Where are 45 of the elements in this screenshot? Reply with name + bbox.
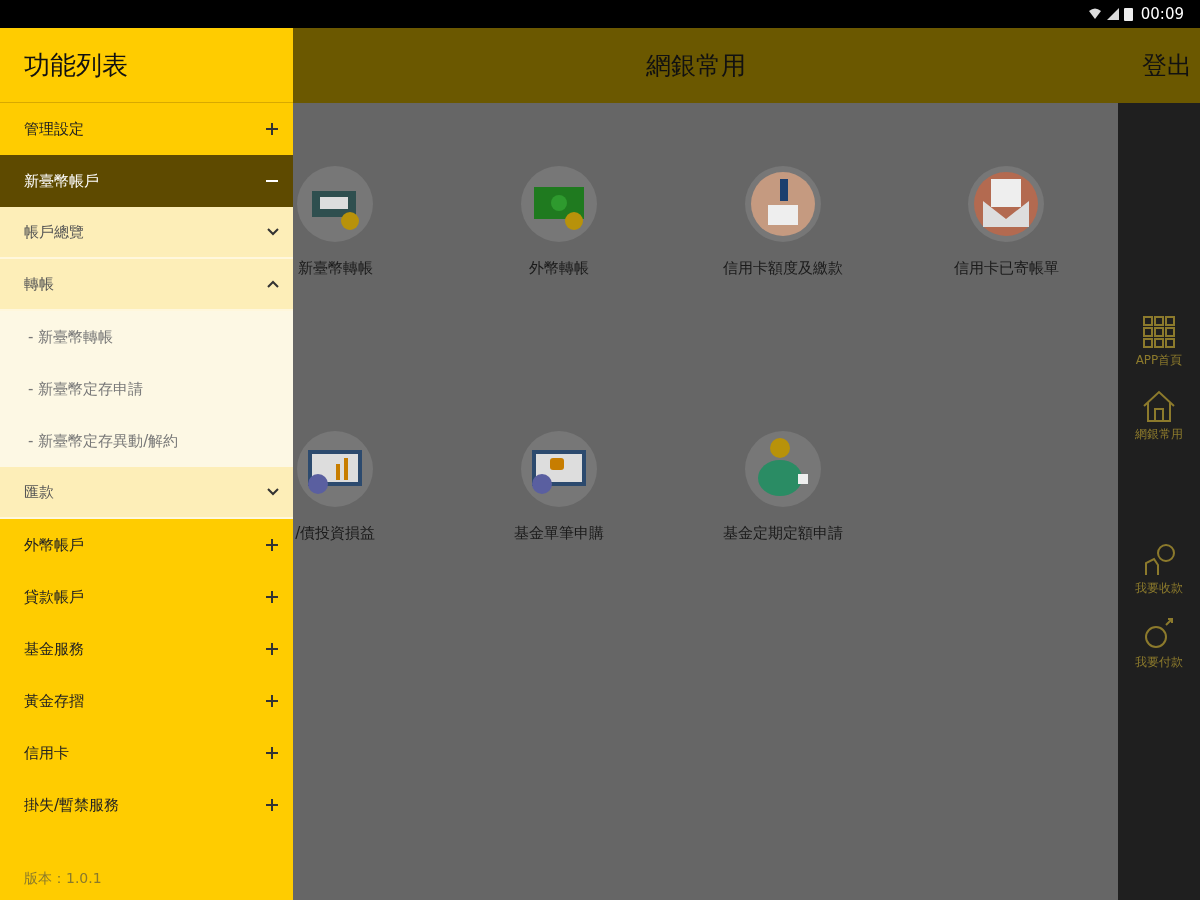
logout-button[interactable]: 登出 <box>1142 46 1192 85</box>
grid-icon <box>1142 315 1176 349</box>
card-payment-icon <box>743 165 822 243</box>
chevron-down-icon <box>267 228 279 236</box>
cash-icon <box>520 165 598 243</box>
tile-label[interactable]: 信用卡額度及繳款 <box>722 257 843 280</box>
version-text: 版本：1.0.1 <box>24 870 102 886</box>
wifi-icon <box>1087 7 1102 21</box>
plus-icon <box>265 642 279 656</box>
menu-item[interactable]: 匯款 <box>0 467 293 519</box>
chevron-up-icon <box>267 280 279 288</box>
chevron-down-icon <box>267 488 279 496</box>
plus-icon <box>265 122 279 136</box>
monitor-icon <box>520 430 598 508</box>
drawer-title: 功能列表 <box>24 48 128 82</box>
tile-label[interactable]: 基金單筆申購 <box>514 522 604 545</box>
page-title: 網銀常用 <box>646 49 746 82</box>
tile-label[interactable]: 新臺幣轉帳 <box>297 257 373 280</box>
plus-icon <box>265 590 279 604</box>
tile-label[interactable]: /債投資損益 <box>295 522 376 545</box>
tile-label[interactable]: 信用卡已寄帳單 <box>953 257 1059 280</box>
menu-item[interactable]: - 新臺幣轉帳 <box>0 311 293 363</box>
menu-item[interactable]: - 新臺幣定存申請 <box>0 363 293 415</box>
piggy-bank-icon <box>743 430 822 508</box>
menu-item[interactable]: - 新臺幣定存異動/解約 <box>0 415 293 467</box>
tile-label[interactable]: 基金定期定額申請 <box>722 522 843 545</box>
home-icon <box>1142 389 1176 423</box>
rail-label[interactable]: APP首頁 <box>1135 351 1183 369</box>
menu-item[interactable]: 帳戶總覽 <box>0 207 293 259</box>
rail-label[interactable]: 我要付款 <box>1135 653 1183 671</box>
plus-icon <box>265 798 279 812</box>
money-transfer-icon <box>296 165 375 243</box>
plus-icon <box>265 694 279 708</box>
rail-label[interactable]: 我要收款 <box>1135 579 1183 597</box>
battery-icon <box>1123 7 1133 21</box>
menu-item[interactable]: 新臺幣帳戶 <box>0 155 293 207</box>
menu-item[interactable]: 轉帳 <box>0 259 293 311</box>
bar-chart-icon <box>296 430 375 508</box>
clock-time: 00:09 <box>1140 3 1184 25</box>
bill-envelope-icon <box>967 165 1046 243</box>
plus-icon <box>265 746 279 760</box>
rail-label[interactable]: 網銀常用 <box>1135 425 1183 443</box>
tile-label[interactable]: 外幣轉帳 <box>529 257 589 280</box>
signal-icon <box>1105 7 1120 21</box>
plus-icon <box>265 538 279 552</box>
